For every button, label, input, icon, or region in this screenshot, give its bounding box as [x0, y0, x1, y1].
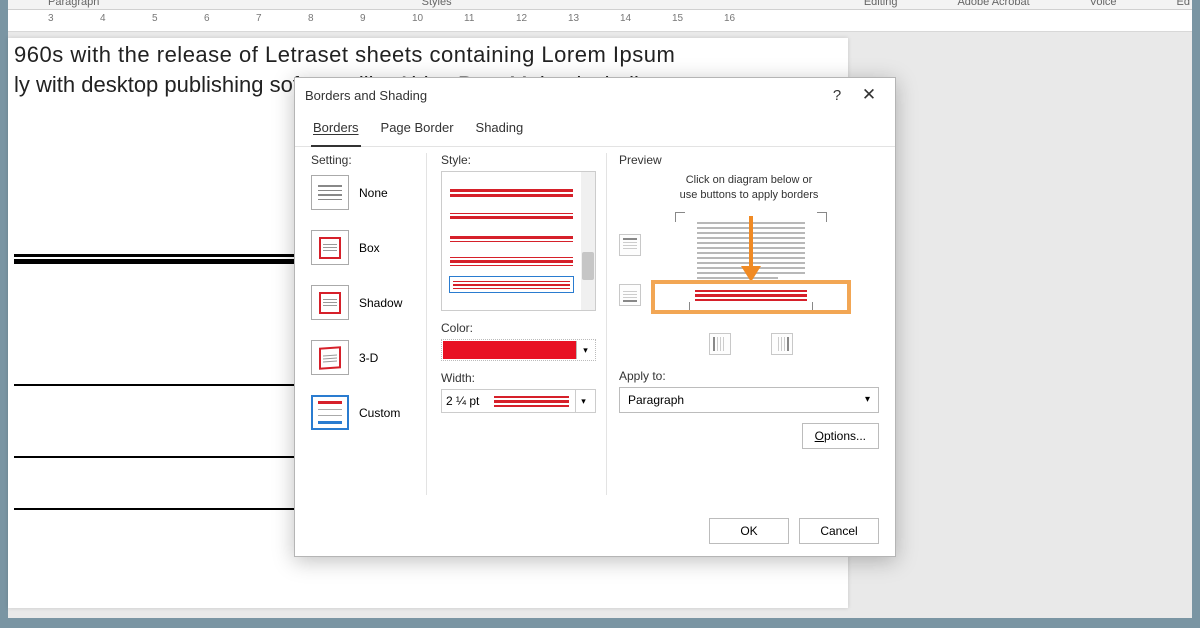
border-left-button[interactable] [709, 333, 731, 355]
ruler-mark: 4 [100, 13, 106, 24]
ribbon-label: Voice [1060, 0, 1147, 8]
chevron-down-icon[interactable]: ▾ [576, 341, 594, 359]
ribbon-label: Adobe Acrobat [927, 0, 1059, 8]
ruler-mark: 9 [360, 13, 366, 24]
tab-borders[interactable]: Borders [311, 112, 361, 147]
setting-custom-label: Custom [359, 406, 400, 420]
ruler-mark: 11 [464, 13, 474, 24]
help-icon[interactable]: ? [821, 87, 853, 104]
preview-label: Preview [619, 153, 879, 167]
apply-to-label: Apply to: [619, 369, 879, 383]
border-bottom-button[interactable] [619, 284, 641, 306]
ribbon-label: Styles [392, 0, 572, 8]
ruler-mark: 14 [620, 13, 631, 24]
ribbon-group-labels: Paragraph Styles Editing Adobe Acrobat V… [8, 0, 1192, 10]
border-right-button[interactable] [771, 333, 793, 355]
ruler-mark: 16 [724, 13, 735, 24]
setting-3d[interactable]: 3-D [311, 340, 422, 375]
document-text: 960s with the release of Letraset sheets… [14, 42, 842, 68]
annotation-arrow-icon [741, 266, 761, 282]
style-label: Style: [441, 153, 596, 167]
close-icon[interactable]: ✕ [853, 85, 885, 105]
scrollbar[interactable] [581, 172, 595, 310]
color-swatch-icon [443, 341, 576, 359]
style-listbox[interactable] [441, 171, 596, 311]
setting-shadow[interactable]: Shadow [311, 285, 422, 320]
annotation-arrow-icon [749, 216, 753, 271]
tab-shading[interactable]: Shading [474, 112, 526, 146]
ruler-mark: 8 [308, 13, 314, 24]
ruler-mark: 10 [412, 13, 423, 24]
horizontal-ruler[interactable]: 3 4 5 6 7 8 9 10 11 12 13 14 15 16 [8, 10, 1192, 32]
chevron-down-icon: ▾ [865, 394, 870, 405]
ribbon-label: Ed [1147, 0, 1192, 8]
apply-to-select[interactable]: Paragraph ▾ [619, 387, 879, 413]
apply-to-value: Paragraph [628, 393, 684, 407]
setting-shadow-label: Shadow [359, 296, 402, 310]
ruler-mark: 6 [204, 13, 210, 24]
options-button[interactable]: Options... [802, 423, 879, 449]
ruler-mark: 12 [516, 13, 527, 24]
setting-none-label: None [359, 186, 388, 200]
width-sample-icon [494, 396, 569, 407]
ruler-mark: 5 [152, 13, 158, 24]
ok-button[interactable]: OK [709, 518, 789, 544]
preview-hint: Click on diagram below or use buttons to… [619, 173, 879, 204]
width-picker[interactable]: 2 ¼ pt ▾ [441, 389, 596, 413]
setting-none[interactable]: None [311, 175, 422, 210]
setting-3d-label: 3-D [359, 351, 378, 365]
ruler-mark: 13 [568, 13, 579, 24]
border-top-button[interactable] [619, 234, 641, 256]
tab-page-border[interactable]: Page Border [379, 112, 456, 146]
ribbon-label: Paragraph [8, 0, 129, 8]
setting-custom[interactable]: Custom [311, 395, 422, 430]
ruler-mark: 3 [48, 13, 54, 24]
setting-label: Setting: [311, 153, 422, 167]
color-picker[interactable]: ▾ [441, 339, 596, 361]
ribbon-label: Editing [834, 0, 928, 8]
setting-box-label: Box [359, 241, 380, 255]
width-value: 2 ¼ pt [446, 394, 488, 408]
ruler-mark: 15 [672, 13, 683, 24]
chevron-down-icon[interactable]: ▾ [575, 390, 591, 412]
dialog-title: Borders and Shading [305, 88, 427, 103]
cancel-button[interactable]: Cancel [799, 518, 879, 544]
preview-bottom-border [695, 290, 807, 301]
preview-diagram[interactable] [651, 216, 851, 355]
borders-and-shading-dialog: Borders and Shading ? ✕ Borders Page Bor… [294, 77, 896, 557]
color-label: Color: [441, 321, 596, 335]
width-label: Width: [441, 371, 596, 385]
ruler-mark: 7 [256, 13, 262, 24]
style-selected[interactable] [449, 276, 574, 293]
setting-box[interactable]: Box [311, 230, 422, 265]
